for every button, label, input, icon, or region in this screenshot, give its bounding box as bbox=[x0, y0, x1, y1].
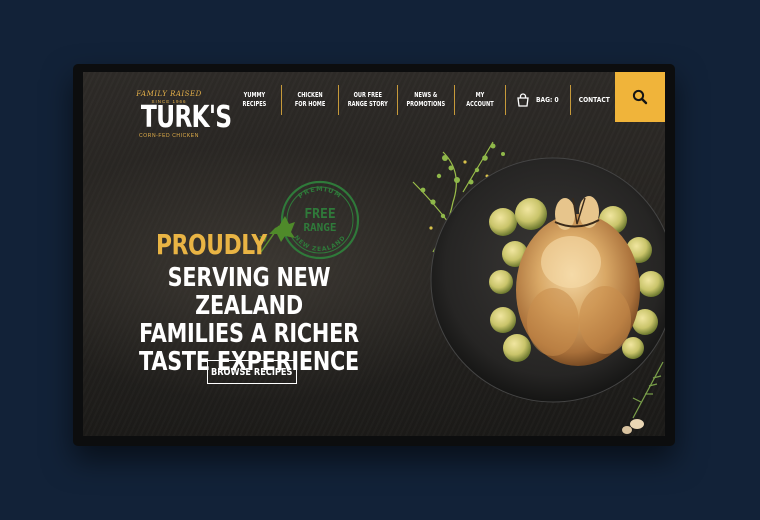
nav-label-line1: YUMMY bbox=[243, 91, 265, 99]
stamp-line1: FREE bbox=[304, 207, 335, 222]
nav-label-line2: ACCOUNT bbox=[466, 100, 494, 108]
nav-label-line2: RANGE STORY bbox=[347, 100, 389, 108]
logo-brand: TURK'S bbox=[140, 100, 232, 135]
hero-proudly: PROUDLY bbox=[156, 228, 267, 261]
stamp-line2: RANGE bbox=[303, 221, 336, 234]
main-nav: YUMMY RECIPES CHICKEN FOR HOME OUR FREE RAN… bbox=[227, 85, 617, 115]
svg-text:PREMIUM: PREMIUM bbox=[297, 185, 344, 200]
nav-bag[interactable]: BAG: 0 bbox=[506, 85, 571, 115]
browse-recipes-button[interactable]: BROWSE RECIPES bbox=[207, 360, 297, 384]
hero-section: FAMILY RAISED SINCE 1966 TURK'S CORN-FED… bbox=[83, 72, 665, 436]
search-icon bbox=[632, 89, 648, 105]
nav-my-account[interactable]: MY ACCOUNT bbox=[455, 85, 506, 115]
headline-line2: FAMILIES A RICHER bbox=[139, 319, 359, 349]
search-button[interactable] bbox=[615, 72, 665, 122]
nav-label-line1: CHICKEN bbox=[297, 91, 323, 99]
nav-contact-label: CONTACT bbox=[578, 95, 610, 104]
headline-line1: SERVING NEW ZEALAND bbox=[167, 263, 331, 321]
browse-recipes-label: BROWSE RECIPES bbox=[211, 366, 293, 378]
logo-tagline: FAMILY RAISED bbox=[136, 90, 202, 98]
browser-frame: FAMILY RAISED SINCE 1966 TURK'S CORN-FED… bbox=[73, 64, 675, 446]
nav-label-line1: OUR FREE bbox=[353, 91, 383, 99]
nav-label-line1: MY bbox=[475, 91, 485, 99]
bag-count: BAG: 0 bbox=[535, 95, 559, 104]
nav-label-line2: PROMOTIONS bbox=[406, 100, 446, 108]
nav-free-range-story[interactable]: OUR FREE RANGE STORY bbox=[339, 85, 398, 115]
shopping-bag-icon bbox=[516, 93, 529, 107]
nav-chicken-for-home[interactable]: CHICKEN FOR HOME bbox=[282, 85, 339, 115]
nav-label-line1: NEWS & bbox=[414, 91, 438, 99]
stamp-bottom-text: NEW ZEALAND bbox=[293, 234, 347, 253]
nav-yummy-recipes[interactable]: YUMMY RECIPES bbox=[227, 85, 282, 115]
nav-label-line2: RECIPES bbox=[242, 100, 266, 108]
nav-contact[interactable]: CONTACT bbox=[571, 85, 617, 115]
nav-label-line2: FOR HOME bbox=[294, 100, 326, 108]
turks-logo[interactable]: FAMILY RAISED SINCE 1966 TURK'S CORN-FED… bbox=[133, 90, 232, 139]
nav-news-promotions[interactable]: NEWS & PROMOTIONS bbox=[398, 85, 455, 115]
stamp-top-text: PREMIUM bbox=[297, 185, 343, 200]
svg-text:NEW ZEALAND: NEW ZEALAND bbox=[293, 234, 348, 253]
roast-chicken-image bbox=[412, 141, 665, 434]
